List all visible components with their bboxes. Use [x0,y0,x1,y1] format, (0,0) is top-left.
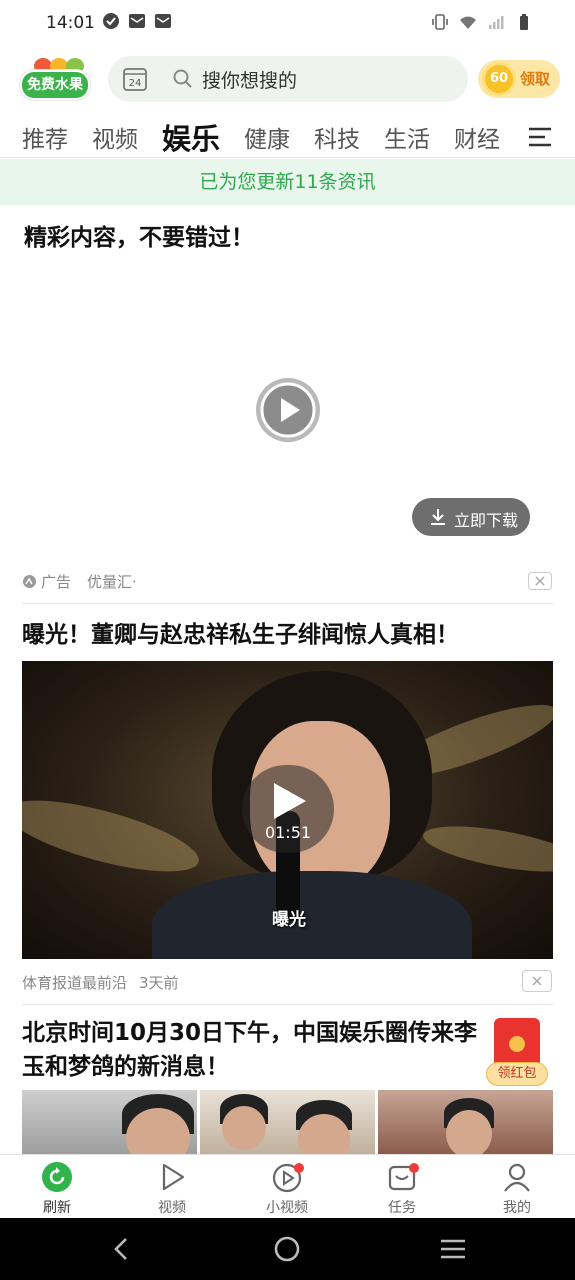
news-image[interactable] [378,1090,553,1156]
download-icon [431,509,445,525]
news-title[interactable]: 曝光！董卿与赵忠祥私生子绯闻惊人真相！ [22,618,552,652]
video-thumbnail[interactable]: 01:51 曝光 [22,661,553,959]
home-icon[interactable] [272,1234,302,1264]
tab-life[interactable]: 生活 [384,120,430,154]
video-caption: 曝光 [272,910,306,930]
refresh-icon [42,1162,72,1192]
battery-icon [520,14,528,30]
nav-label: 任务 [388,1200,416,1216]
video-play-button[interactable]: 01:51 [242,765,334,853]
close-ad-button[interactable] [528,572,552,590]
light-streak [420,817,553,881]
status-bar: 14:01 [0,0,575,48]
news-meta: 体育报道最前沿 3天前 [22,972,179,993]
search-icon [173,69,192,88]
mail-icon [155,14,171,28]
envelope-seal [509,1036,525,1052]
back-icon[interactable] [106,1234,136,1264]
nav-short-video[interactable]: 小视频 [242,1161,332,1217]
tab-health[interactable]: 健康 [244,120,290,154]
status-notification-icons [102,12,172,30]
news-image[interactable] [200,1090,375,1156]
status-time: 14:01 [46,13,95,33]
ad-logo-icon [23,575,36,588]
tab-tech[interactable]: 科技 [314,120,360,154]
ad-meta: 广告 优量汇· [22,571,137,592]
download-label: 立即下载 [454,511,519,530]
notification-dot [294,1163,304,1173]
logo-label: 免费水果 [20,70,90,100]
free-fruit-logo[interactable]: 免费水果 [20,56,92,102]
search-input[interactable]: 搜你想搜的 [202,66,297,93]
video-duration: 01:51 [264,823,312,842]
search-bar[interactable]: 24 搜你想搜的 [108,56,468,102]
red-packet-button[interactable]: 领红包 [486,1016,548,1086]
status-system-icons [431,13,533,31]
calendar-icon[interactable]: 24 [122,66,148,92]
nav-label: 我的 [503,1200,531,1216]
divider [22,603,553,604]
coin-reward-button[interactable]: 60 领取 [478,60,560,98]
person-face [298,1114,350,1156]
nav-label: 小视频 [266,1200,308,1216]
news-title[interactable]: 北京时间10月30日下午，中国娱乐圈传来李玉和梦鸽的新消息！ [22,1016,497,1084]
signal-icon [489,16,504,29]
play-icon [274,783,306,819]
tab-video[interactable]: 视频 [92,120,138,154]
close-icon [535,576,545,586]
close-icon [532,976,542,986]
nav-label: 刷新 [43,1200,71,1216]
person-dress [152,871,472,959]
tab-recommend[interactable]: 推荐 [22,120,68,154]
ad-tag: 广告 [41,573,72,591]
nav-video[interactable]: 视频 [127,1161,217,1217]
recent-apps-icon[interactable] [438,1234,468,1264]
check-circle-icon [103,13,119,29]
red-packet-label: 领红包 [486,1062,548,1086]
news-source: 体育报道最前沿 [22,974,128,992]
play-icon[interactable] [254,376,322,444]
wifi-icon [460,16,476,29]
dismiss-news-button[interactable] [522,970,552,992]
tab-finance[interactable]: 财经 [454,120,500,154]
nav-task[interactable]: 任务 [357,1161,447,1217]
nav-profile[interactable]: 我的 [472,1161,562,1217]
reward-label: 领取 [520,70,551,88]
update-notice: 已为您更新11条资讯 [0,159,575,205]
vibrate-icon [432,14,448,30]
profile-icon [504,1163,530,1192]
download-button[interactable]: 立即下载 [412,498,530,536]
news-time: 3天前 [139,974,179,992]
news-image[interactable] [22,1090,197,1156]
notification-dot [409,1163,419,1173]
bottom-nav: 刷新 视频 小视频 任务 我的 [0,1154,575,1218]
divider [22,1004,553,1005]
ad-title[interactable]: 精彩内容，不要错过！ [24,218,254,252]
ad-source: 优量汇· [87,573,137,591]
category-tabs: 推荐 视频 娱乐 健康 科技 生活 财经 [0,110,575,158]
calendar-day: 24 [129,78,142,89]
coin-icon: 60 [482,62,516,96]
person-face [222,1106,266,1150]
nav-refresh[interactable]: 刷新 [12,1161,102,1217]
app-header: 免费水果 24 搜你想搜的 60 领取 [0,48,575,110]
nav-label: 视频 [158,1200,186,1216]
system-nav-bar [0,1218,575,1280]
video-play-icon [162,1163,185,1191]
red-envelope-icon [494,1018,540,1068]
tab-entertainment[interactable]: 娱乐 [162,116,220,158]
mail-icon [129,14,145,28]
menu-icon[interactable] [527,126,553,148]
person-face [446,1110,492,1156]
light-streak [22,785,206,887]
